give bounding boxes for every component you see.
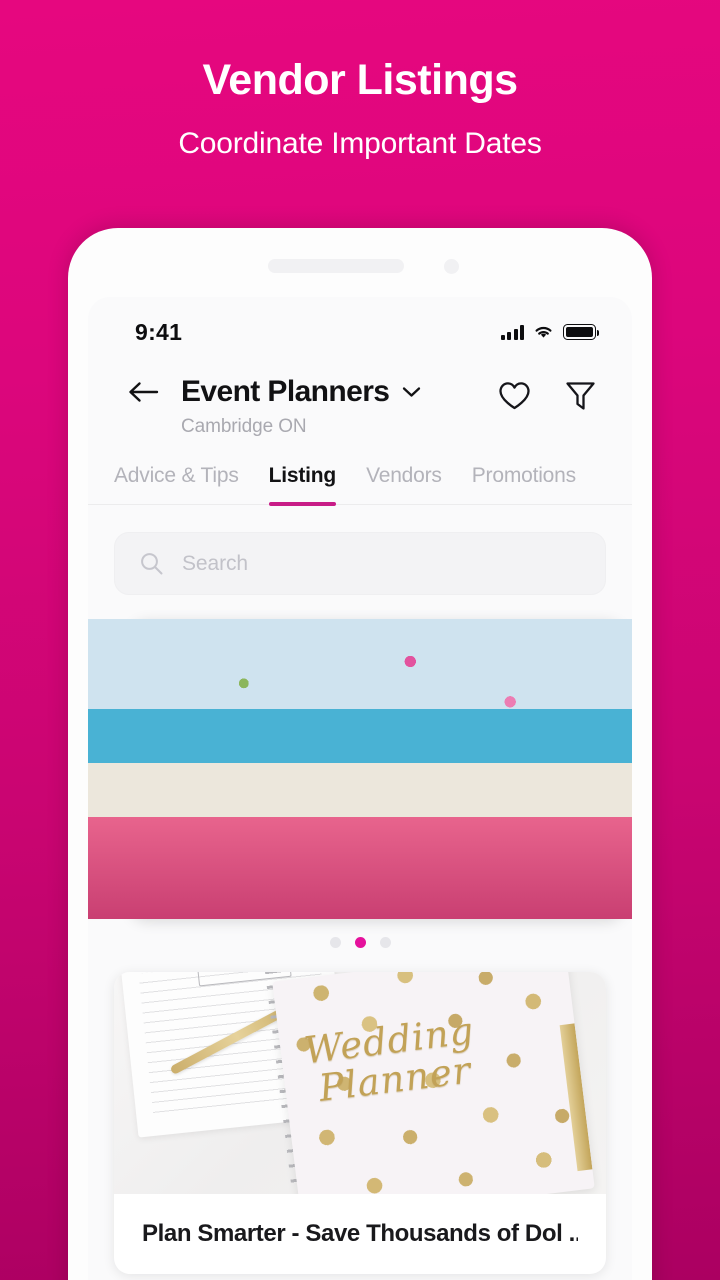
header-actions — [498, 375, 596, 412]
search-placeholder: Search — [182, 551, 248, 575]
status-icon-group — [500, 324, 599, 340]
search-icon — [141, 553, 163, 575]
article-image-wedding-planner: Wedding Planner — [114, 972, 606, 1194]
funnel-icon[interactable] — [565, 380, 596, 412]
tab-advice-tips[interactable]: Advice & Tips — [114, 464, 239, 504]
listing-carousel[interactable]: Wedding Venue Cambridge — [88, 619, 632, 919]
promo-header: Vendor Listings Coordinate Important Dat… — [0, 0, 720, 161]
tab-bar: Advice & Tips Listing Vendors Promotions — [88, 464, 632, 506]
search-input[interactable]: Search — [114, 532, 606, 595]
article-body: Plan Smarter - Save Thousands of Dol ... — [114, 1194, 606, 1274]
page-location: Cambridge ON — [181, 416, 307, 437]
speaker-grille — [268, 259, 404, 273]
carousel-track: Wedding Venue Cambridge — [88, 619, 632, 919]
status-bar: 9:41 — [88, 297, 632, 357]
article-title: Plan Smarter - Save Thousands of Dol ... — [142, 1220, 578, 1247]
search-section: Search — [88, 505, 632, 595]
header-titles: Event Planners Cambridge ON — [181, 375, 421, 438]
phone-bezel-top — [68, 228, 652, 297]
arrow-left-icon — [129, 382, 159, 402]
status-time: 9:41 — [135, 318, 183, 345]
front-camera-icon — [444, 259, 459, 274]
promo-subtitle: Coordinate Important Dates — [178, 127, 542, 161]
carousel-dot-3[interactable] — [379, 937, 391, 948]
carousel-pagination — [88, 937, 632, 948]
battery-icon — [563, 324, 599, 340]
tab-vendors[interactable]: Vendors — [366, 464, 442, 504]
app-header: Event Planners Cambridge ON — [88, 357, 632, 438]
title-row[interactable]: Event Planners — [181, 375, 421, 409]
promo-title: Vendor Listings — [202, 56, 518, 104]
heart-outline-icon[interactable] — [498, 381, 531, 411]
carousel-dot-2[interactable] — [354, 937, 366, 948]
cellular-signal-icon — [500, 324, 524, 340]
page-title: Event Planners — [181, 375, 390, 408]
tab-listing[interactable]: Listing — [268, 464, 337, 506]
tab-promotions[interactable]: Promotions — [472, 464, 576, 504]
phone-screen: 9:41 Event Planners Cambridge ON Advice … — [88, 297, 632, 1280]
article-card[interactable]: Wedding Planner Plan Smarter - Save Thou… — [114, 972, 606, 1274]
carousel-dot-1[interactable] — [329, 937, 341, 948]
back-button[interactable] — [128, 381, 159, 408]
phone-mockup: 9:41 Event Planners Cambridge ON Advice … — [68, 228, 652, 1280]
header-left: Event Planners Cambridge ON — [128, 375, 498, 438]
chevron-down-icon[interactable] — [402, 386, 421, 398]
wifi-icon — [535, 326, 552, 338]
